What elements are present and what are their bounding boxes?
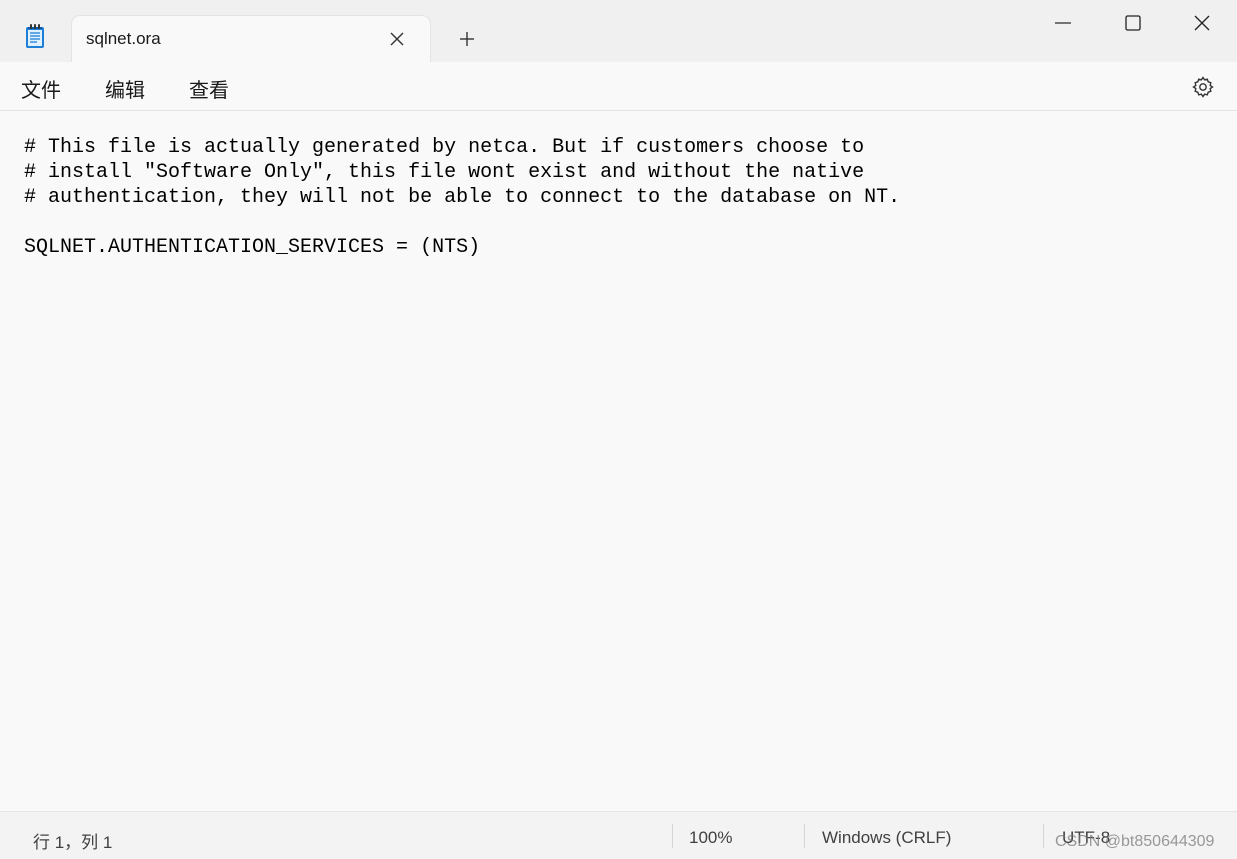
menu-bar: 文件 编辑 查看 bbox=[0, 62, 1237, 111]
minimize-icon bbox=[1055, 22, 1071, 24]
menu-view[interactable]: 查看 bbox=[189, 74, 229, 103]
notepad-icon bbox=[25, 23, 45, 49]
notepad-window: sqlnet.ora 文件 编辑 查看 # This file is actua… bbox=[0, 0, 1237, 859]
minimize-button[interactable] bbox=[1028, 0, 1098, 46]
menu-edit[interactable]: 编辑 bbox=[105, 74, 145, 103]
gear-icon[interactable] bbox=[1191, 75, 1215, 99]
close-icon[interactable] bbox=[386, 28, 408, 50]
line-ending[interactable]: Windows (CRLF) bbox=[822, 828, 951, 848]
zoom-level[interactable]: 100% bbox=[689, 828, 732, 848]
status-divider bbox=[672, 824, 673, 848]
status-bar: 行 1，列 1 100% Windows (CRLF) UTF-8 bbox=[0, 811, 1237, 859]
tab-sqlnet-ora[interactable]: sqlnet.ora bbox=[72, 16, 430, 62]
maximize-button[interactable] bbox=[1098, 0, 1168, 46]
close-window-button[interactable] bbox=[1167, 0, 1237, 46]
text-editor[interactable]: # This file is actually generated by net… bbox=[0, 111, 1237, 811]
status-divider bbox=[804, 824, 805, 848]
maximize-icon bbox=[1125, 15, 1141, 31]
title-bar[interactable]: sqlnet.ora bbox=[0, 0, 1237, 62]
editor-content[interactable]: # This file is actually generated by net… bbox=[24, 135, 900, 260]
plus-icon[interactable] bbox=[456, 28, 478, 50]
cursor-position: 行 1，列 1 bbox=[33, 833, 113, 852]
status-divider bbox=[1043, 824, 1044, 848]
watermark: CSDN @bt850644309 bbox=[1055, 833, 1215, 850]
tab-title: sqlnet.ora bbox=[86, 29, 161, 48]
close-icon bbox=[1194, 15, 1210, 31]
menu-file[interactable]: 文件 bbox=[21, 74, 61, 103]
